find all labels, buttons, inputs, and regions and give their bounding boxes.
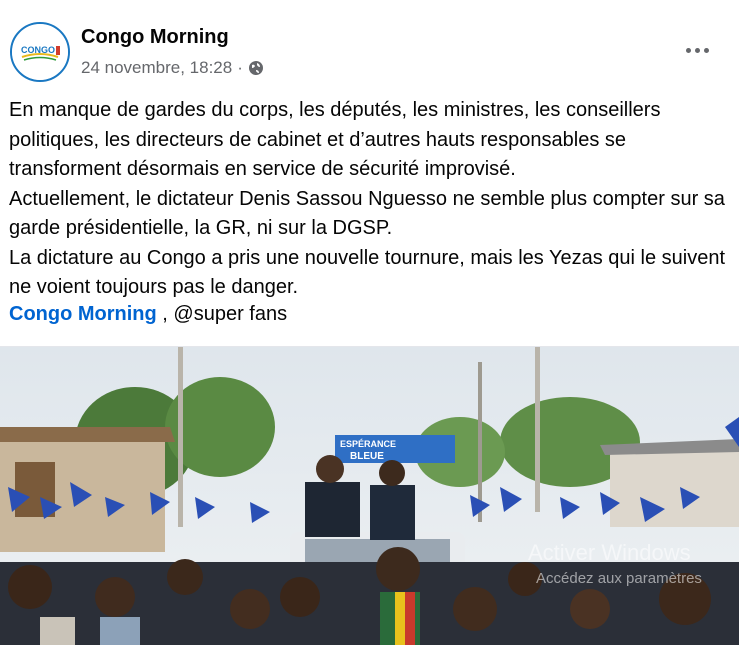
globe-icon[interactable] xyxy=(248,60,264,76)
post-timestamp[interactable]: 24 novembre, 18:28 xyxy=(81,58,232,78)
post-paragraph: Actuellement, le dictateur Denis Sassou … xyxy=(9,187,725,240)
post-paragraph: La dictature au Congo a pris une nouvell… xyxy=(9,246,726,299)
banner-text: BLEUE xyxy=(350,451,384,462)
tag-link-congo-morning[interactable]: Congo Morning xyxy=(9,303,157,325)
crowd-photo-illustration: ESPÉRANCE BLEUE xyxy=(0,347,739,645)
meta-separator: · xyxy=(237,58,243,77)
banner-text: ESPÉRANCE xyxy=(340,439,396,449)
page-name-link[interactable]: Congo Morning xyxy=(81,26,229,49)
post-meta: 24 novembre, 18:28 · xyxy=(81,58,264,78)
post-tags: Congo Morning , @super fans xyxy=(9,300,287,329)
more-options-icon[interactable] xyxy=(683,40,711,60)
post-photo[interactable]: ESPÉRANCE BLEUE xyxy=(0,347,739,645)
post-paragraph: En manque de gardes du corps, les député… xyxy=(9,99,661,180)
page-avatar[interactable]: CONGO xyxy=(10,22,70,82)
post-body: En manque de gardes du corps, les député… xyxy=(9,96,729,303)
tag-suffix: , @super fans xyxy=(156,303,288,325)
post-header: CONGO Congo Morning 24 novembre, 18:28 · xyxy=(0,0,739,90)
congo-morning-logo: CONGO xyxy=(12,24,68,80)
